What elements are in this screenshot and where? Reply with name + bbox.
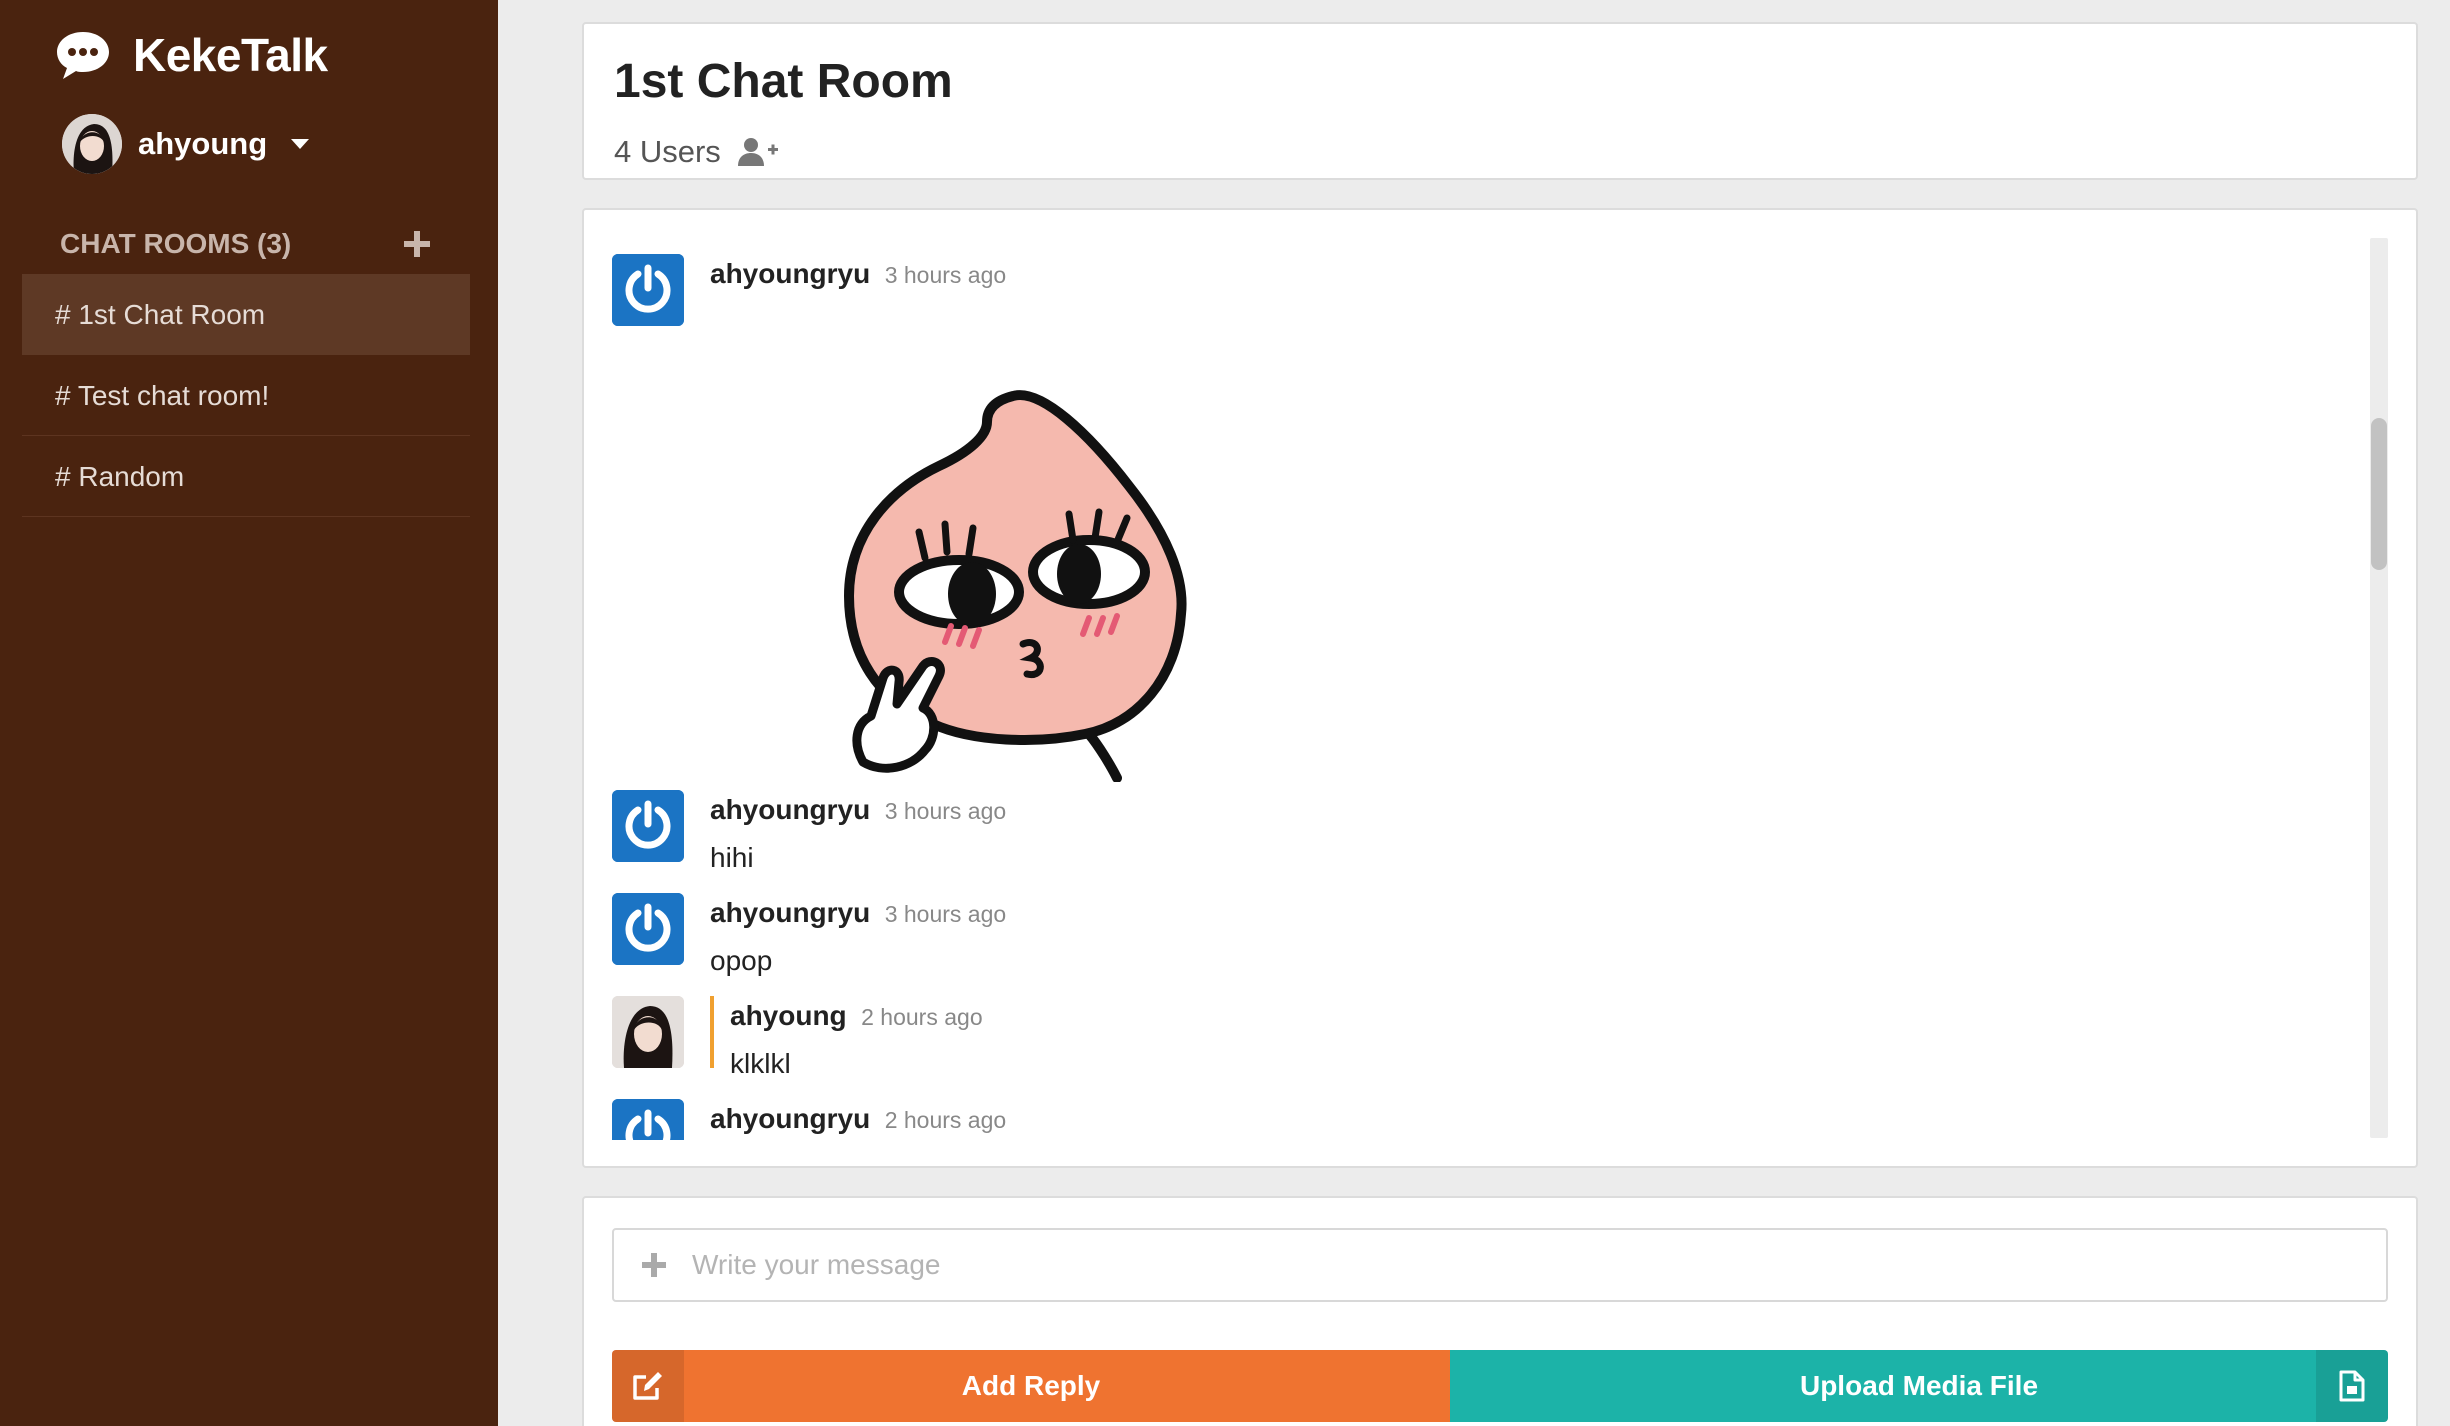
message-time: 2 hours ago <box>861 1004 983 1030</box>
message-text: hihi <box>710 842 754 873</box>
message-text: klklkl <box>730 1048 791 1079</box>
message-time: 2 hours ago <box>884 1107 1007 1133</box>
power-icon <box>612 790 684 862</box>
message-author[interactable]: ahyoungryu <box>710 794 870 825</box>
chat-bubble-icon <box>55 29 111 81</box>
message-meta: ahyoungryu 2 hours ago <box>710 1103 1006 1135</box>
quote-bar <box>710 996 714 1068</box>
compose-actions: Add Reply Upload Media File <box>612 1350 2388 1422</box>
attach-plus-icon[interactable] <box>642 1253 666 1277</box>
message-author[interactable]: ahyoungryu <box>710 897 870 928</box>
power-icon <box>612 893 684 965</box>
message-text: opop <box>710 945 773 976</box>
file-icon <box>2316 1350 2388 1422</box>
avatar <box>62 114 122 174</box>
user-name: ahyoung <box>138 126 268 161</box>
scrollbar-thumb[interactable] <box>2371 418 2387 570</box>
message-meta: ahyoungryu 3 hours ago <box>710 794 1006 826</box>
page-title: 1st Chat Room <box>614 55 953 108</box>
power-icon <box>612 254 684 326</box>
add-room-plus-icon[interactable] <box>404 231 430 257</box>
power-icon <box>612 1099 684 1140</box>
sidebar-item-random[interactable]: # Random <box>22 436 470 517</box>
message-input[interactable] <box>692 1249 2292 1281</box>
sidebar-item-1st-chat-room[interactable]: # 1st Chat Room <box>22 274 470 355</box>
avatar <box>612 996 684 1068</box>
user-count-label: 4 Users <box>614 134 721 169</box>
compose-box <box>612 1228 2388 1302</box>
user-menu[interactable]: ahyoung <box>62 114 310 174</box>
edit-icon <box>612 1350 684 1422</box>
compose-panel: Add Reply Upload Media File <box>582 1196 2418 1426</box>
message-meta: ahyoungryu 3 hours ago <box>710 258 1006 290</box>
message-list: ahyoungryu 3 hours ago ahyoungryu 3 hour… <box>584 210 2374 1140</box>
user-count: 4 Users <box>614 134 779 170</box>
chat-rooms-header: CHAT ROOMS (3) <box>60 228 430 260</box>
message-author[interactable]: ahyoungryu <box>710 258 870 289</box>
upload-media-button[interactable]: Upload Media File <box>1450 1350 2388 1422</box>
add-reply-button[interactable]: Add Reply <box>612 1350 1450 1422</box>
message-time: 3 hours ago <box>884 262 1007 288</box>
message-author[interactable]: ahyoungryu <box>710 1103 870 1134</box>
user-plus-icon[interactable] <box>737 137 779 167</box>
app-title: KekeTalk <box>133 29 328 81</box>
upload-media-label: Upload Media File <box>1799 1370 2039 1401</box>
room-header: 1st Chat Room 4 Users <box>582 22 2418 180</box>
add-reply-label: Add Reply <box>961 1370 1101 1401</box>
message-meta: ahyoungryu 3 hours ago <box>710 897 1006 929</box>
chat-rooms-title: CHAT ROOMS (3) <box>60 228 292 259</box>
message-author[interactable]: ahyoung <box>730 1000 847 1031</box>
message-scrollbar[interactable] <box>2370 238 2388 1138</box>
caret-down-icon[interactable] <box>291 139 310 149</box>
message-time: 3 hours ago <box>884 901 1007 927</box>
room-list: # 1st Chat Room # Test chat room! # Rand… <box>22 274 470 517</box>
peach-sticker-image <box>827 382 1207 783</box>
message-panel: ahyoungryu 3 hours ago ahyoungryu 3 hour… <box>582 208 2418 1168</box>
brand[interactable]: KekeTalk <box>55 28 328 82</box>
message-meta: ahyoung 2 hours ago <box>730 1000 983 1032</box>
message-time: 3 hours ago <box>884 798 1007 824</box>
sidebar-item-test-chat-room[interactable]: # Test chat room! <box>22 355 470 436</box>
sidebar: KekeTalk ahyoung CHAT ROOMS (3) # 1st Ch… <box>0 0 498 1426</box>
